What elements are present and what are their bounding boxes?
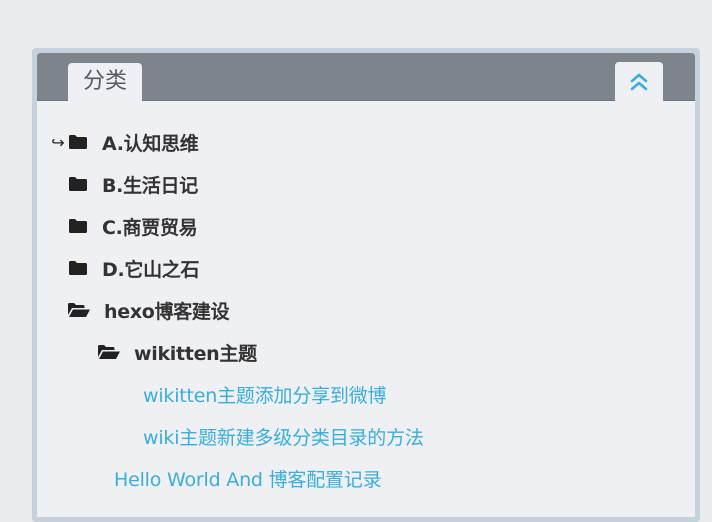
tree-link-item: wiki主题新建多级分类目录的方法 [143,421,424,451]
folder-label: A.认知思维 [102,132,199,155]
tree-item-folder-b[interactable]: B.生活日记 [67,169,198,199]
tree-item-folder-c[interactable]: C.商贾贸易 [67,211,198,241]
folder-label: C.商贾贸易 [102,216,198,239]
post-link-hello-world[interactable]: Hello World And 博客配置记录 [114,465,382,492]
folder-open-icon [67,302,91,318]
tree-item-folder-hexo[interactable]: hexo博客建设 [67,295,230,325]
tree-item-folder-a[interactable]: ↪ A.认知思维 [49,127,198,157]
double-chevron-up-icon [629,72,649,92]
tree-item-folder-d[interactable]: D.它山之石 [67,253,200,283]
tab-bar: 分类 [37,53,695,101]
tree-link-item: wikitten主题添加分享到微博 [143,379,387,409]
tree-item-folder-wikitten[interactable]: wikitten主题 [97,337,257,367]
folder-label: D.它山之石 [102,258,200,281]
folder-closed-icon [67,218,89,234]
tree-link-item: Hello World And 博客配置记录 [114,463,382,493]
category-panel: 分类 ↪ A.认知思维 B.生活日记 C.商贾贸易 D.它山之石 hexo博客建… [37,53,695,517]
folder-label: wikitten主题 [134,342,257,365]
tab-categories[interactable]: 分类 [68,63,142,101]
folder-open-icon [97,344,121,360]
post-link-multilevel-category[interactable]: wiki主题新建多级分类目录的方法 [143,423,424,450]
return-arrow-icon: ↪ [51,132,65,152]
folder-closed-icon [67,134,89,150]
post-link-share-weibo[interactable]: wikitten主题添加分享到微博 [143,381,387,408]
folder-closed-icon [67,260,89,276]
folder-label: hexo博客建设 [104,300,230,323]
folder-label: B.生活日记 [102,174,198,197]
category-widget: 分类 ↪ A.认知思维 B.生活日记 C.商贾贸易 D.它山之石 hexo博客建… [32,48,700,522]
collapse-button[interactable] [615,62,663,101]
folder-closed-icon [67,176,89,192]
